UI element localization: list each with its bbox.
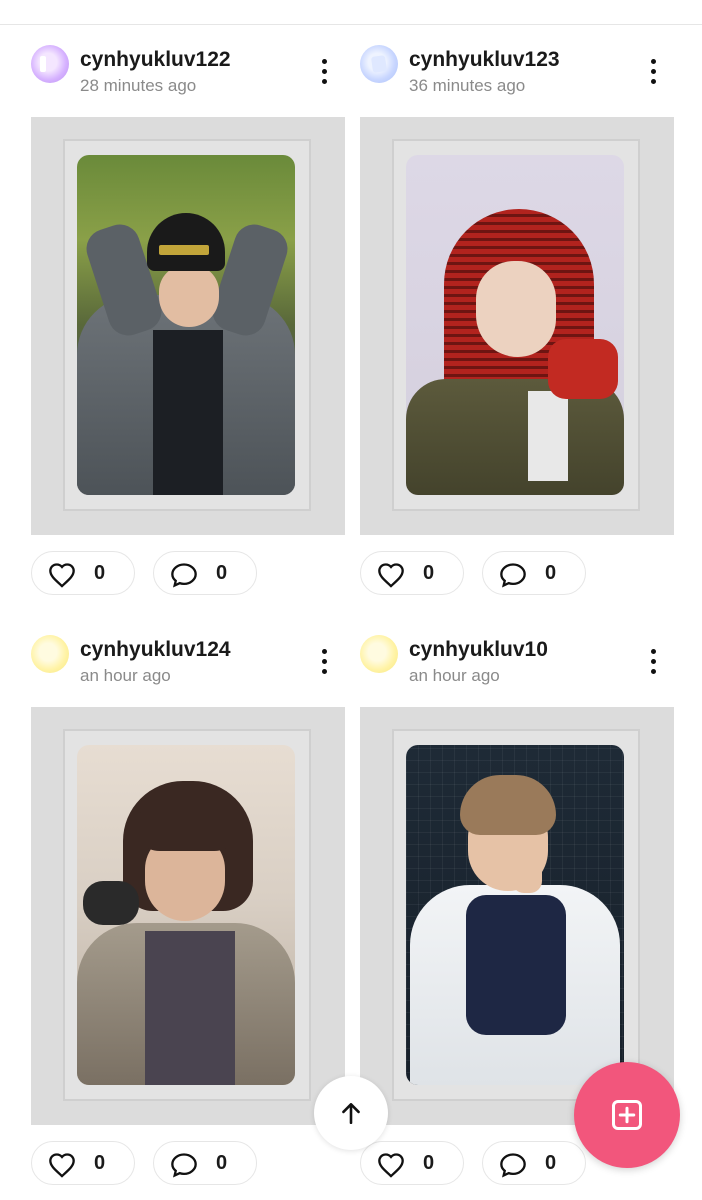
post-actions: 0 0 [31, 1141, 345, 1187]
post-card: cynhyukluv123 36 minutes ago 0 0 [360, 30, 674, 595]
like-button[interactable]: 0 [31, 1141, 135, 1185]
comment-icon [171, 1153, 197, 1178]
like-count: 0 [94, 1152, 106, 1174]
post-actions: 0 0 [31, 551, 345, 597]
comment-icon [500, 1153, 526, 1178]
avatar[interactable] [31, 45, 69, 83]
post-time: 36 minutes ago [409, 76, 526, 95]
like-button[interactable]: 0 [360, 551, 464, 595]
post-time: an hour ago [80, 666, 171, 685]
like-button[interactable]: 0 [360, 1141, 464, 1185]
comment-count: 0 [216, 1152, 228, 1174]
post-header: cynhyukluv10 an hour ago [360, 620, 674, 690]
post-header: cynhyukluv122 28 minutes ago [31, 30, 345, 100]
post-time: an hour ago [409, 666, 500, 685]
comment-count: 0 [216, 562, 228, 584]
post-actions: 0 0 [360, 551, 674, 597]
create-post-button[interactable] [574, 1062, 680, 1168]
comment-button[interactable]: 0 [482, 1141, 586, 1185]
photocard-frame[interactable] [31, 117, 345, 535]
username[interactable]: cynhyukluv123 [409, 48, 560, 72]
more-options-kebab-icon[interactable] [646, 56, 660, 90]
more-options-kebab-icon[interactable] [317, 646, 331, 680]
photocard-frame[interactable] [31, 707, 345, 1125]
heart-icon [378, 1153, 404, 1178]
comment-count: 0 [545, 1152, 557, 1174]
heart-icon [378, 563, 404, 588]
post-grid: cynhyukluv122 28 minutes ago 0 0 cynhyuk… [0, 0, 702, 1200]
username[interactable]: cynhyukluv10 [409, 638, 548, 662]
avatar[interactable] [31, 635, 69, 673]
like-count: 0 [423, 1152, 435, 1174]
post-time: 28 minutes ago [80, 76, 197, 95]
scroll-to-top-button[interactable] [314, 1076, 388, 1150]
more-options-kebab-icon[interactable] [646, 646, 660, 680]
arrow-up-icon [342, 1103, 360, 1125]
post-header: cynhyukluv123 36 minutes ago [360, 30, 674, 100]
heart-icon [49, 1153, 75, 1178]
like-count: 0 [423, 562, 435, 584]
comment-button[interactable]: 0 [153, 551, 257, 595]
post-header: cynhyukluv124 an hour ago [31, 620, 345, 690]
username[interactable]: cynhyukluv124 [80, 638, 231, 662]
comment-button[interactable]: 0 [153, 1141, 257, 1185]
like-count: 0 [94, 562, 106, 584]
username[interactable]: cynhyukluv122 [80, 48, 231, 72]
avatar[interactable] [360, 45, 398, 83]
photocard-image[interactable] [77, 745, 295, 1085]
photocard-image[interactable] [406, 155, 624, 495]
comment-icon [500, 563, 526, 588]
post-card: cynhyukluv10 an hour ago 0 0 [360, 620, 674, 1185]
plus-square-icon [612, 1100, 642, 1130]
comment-button[interactable]: 0 [482, 551, 586, 595]
avatar[interactable] [360, 635, 398, 673]
more-options-kebab-icon[interactable] [317, 56, 331, 90]
comment-count: 0 [545, 562, 557, 584]
photocard-image[interactable] [77, 155, 295, 495]
post-card: cynhyukluv124 an hour ago 0 0 [31, 620, 345, 1185]
photocard-frame[interactable] [360, 117, 674, 535]
photocard-image[interactable] [406, 745, 624, 1085]
comment-icon [171, 563, 197, 588]
like-button[interactable]: 0 [31, 551, 135, 595]
heart-icon [49, 563, 75, 588]
post-card: cynhyukluv122 28 minutes ago 0 0 [31, 30, 345, 595]
